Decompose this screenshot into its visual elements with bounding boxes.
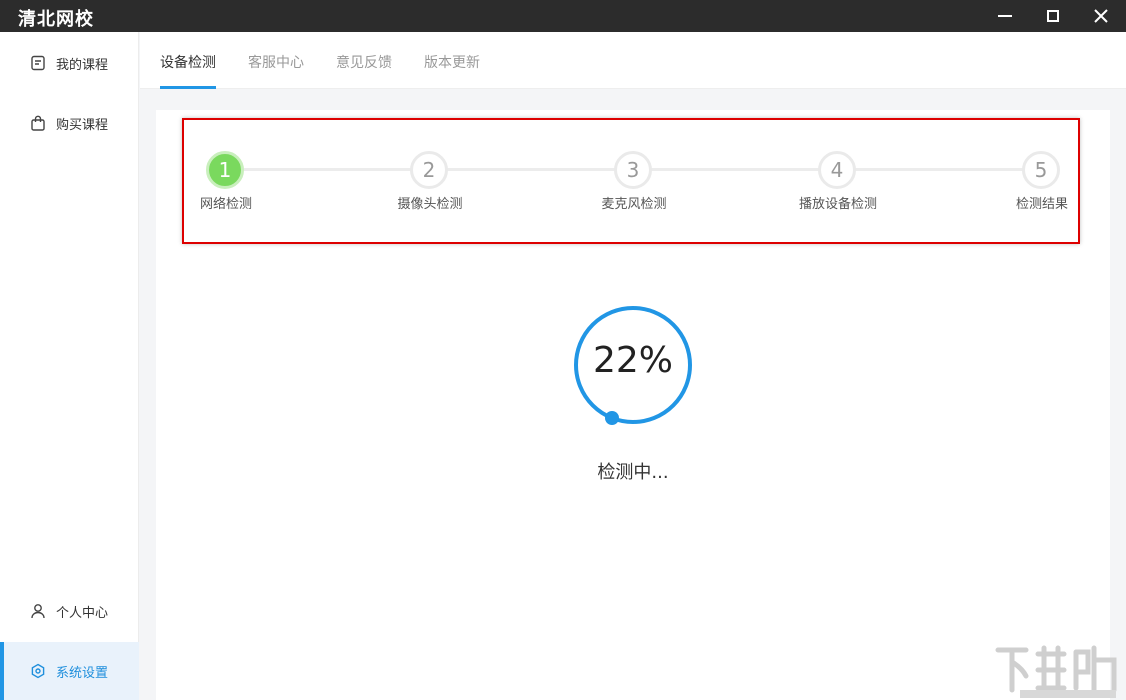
document-icon (30, 55, 46, 71)
minimize-button[interactable] (982, 0, 1028, 32)
status-text: 检测中... (597, 462, 669, 483)
sidebar-item-system-settings[interactable]: 系统设置 (0, 642, 139, 700)
site-watermark-logo (995, 645, 1117, 698)
sidebar-item-label: 购买课程 (56, 117, 109, 133)
step-4-label: 播放设备检测 (798, 197, 877, 212)
maximize-icon (1047, 10, 1059, 22)
sidebar-item-buy-courses[interactable]: 购买课程 (0, 94, 139, 152)
minimize-icon (998, 15, 1012, 17)
step-1-label: 网络检测 (199, 197, 252, 212)
step-3-label: 麦克风检测 (601, 197, 667, 212)
shopping-bag-icon (30, 115, 46, 131)
maximize-button[interactable] (1030, 0, 1076, 32)
step-4-circle: 4 (818, 151, 856, 189)
sidebar-item-my-courses[interactable]: 我的课程 (0, 34, 139, 92)
close-button[interactable] (1078, 0, 1124, 32)
close-icon (1094, 9, 1108, 23)
sidebar-item-personal-center[interactable]: 个人中心 (0, 582, 139, 640)
tab-bar: 设备检测 客服中心 意见反馈 版本更新 (140, 32, 1126, 89)
step-2-circle: 2 (410, 151, 448, 189)
tab-feedback[interactable]: 意见反馈 (336, 32, 392, 89)
tab-version-update[interactable]: 版本更新 (424, 32, 480, 89)
sidebar-item-label: 我的课程 (56, 57, 109, 73)
title-bar: 清北网校 (0, 0, 1126, 32)
step-5-circle: 5 (1022, 151, 1060, 189)
app-title: 清北网校 (18, 9, 94, 30)
step-1-circle: 1 (206, 151, 244, 189)
sidebar: 我的课程 购买课程 个人中心 系统设置 (0, 32, 139, 700)
sidebar-item-label: 个人中心 (56, 605, 109, 621)
step-5-label: 检测结果 (1015, 197, 1068, 212)
tab-device-check[interactable]: 设备检测 (160, 32, 216, 89)
user-icon (30, 603, 46, 619)
sidebar-item-label: 系统设置 (56, 665, 109, 681)
progress-percent: 22% (592, 340, 673, 381)
settings-hex-icon (30, 663, 46, 679)
step-3-circle: 3 (614, 151, 652, 189)
tab-customer-service[interactable]: 客服中心 (248, 32, 304, 89)
step-2-label: 摄像头检测 (397, 197, 463, 212)
progress-indicator-dot (605, 411, 619, 425)
